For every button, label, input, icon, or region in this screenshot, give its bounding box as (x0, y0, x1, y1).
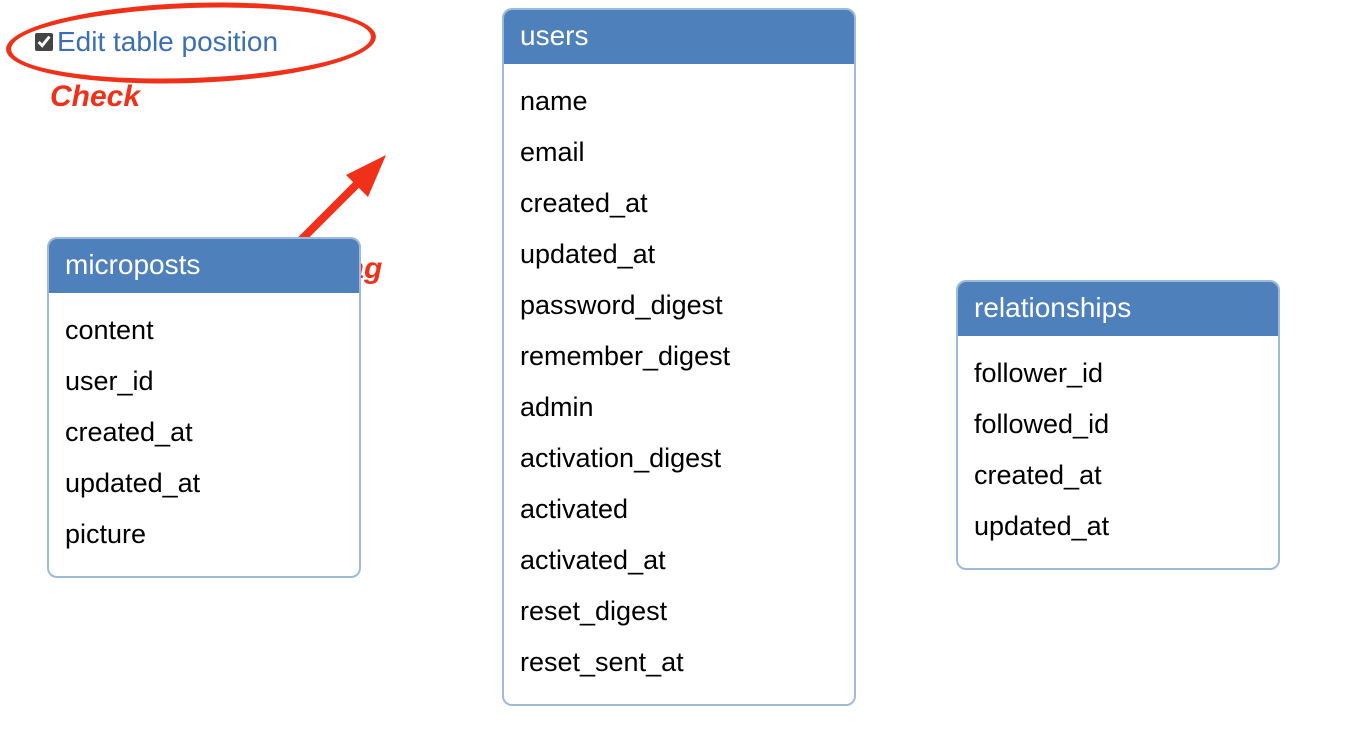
column-name: email (520, 127, 838, 178)
table-header-users[interactable]: users (504, 10, 854, 64)
table-header-relationships[interactable]: relationships (958, 282, 1278, 336)
column-name: user_id (65, 356, 343, 407)
column-name: followed_id (974, 399, 1262, 450)
table-body-relationships: follower_id followed_id created_at updat… (958, 336, 1278, 568)
table-microposts[interactable]: microposts content user_id created_at up… (47, 237, 361, 578)
column-name: created_at (520, 178, 838, 229)
column-name: updated_at (974, 501, 1262, 552)
column-name: created_at (974, 450, 1262, 501)
column-name: password_digest (520, 280, 838, 331)
column-name: created_at (65, 407, 343, 458)
column-name: name (520, 76, 838, 127)
edit-table-position-label[interactable]: Edit table position (57, 26, 278, 58)
column-name: reset_sent_at (520, 637, 838, 688)
column-name: activation_digest (520, 433, 838, 484)
column-name: updated_at (65, 458, 343, 509)
edit-table-position-checkbox[interactable] (35, 33, 53, 51)
column-name: picture (65, 509, 343, 560)
column-name: activated (520, 484, 838, 535)
column-name: follower_id (974, 348, 1262, 399)
column-name: remember_digest (520, 331, 838, 382)
column-name: activated_at (520, 535, 838, 586)
column-name: reset_digest (520, 586, 838, 637)
table-users[interactable]: users name email created_at updated_at p… (502, 8, 856, 706)
annotation-check-label: Check (50, 80, 140, 114)
table-body-microposts: content user_id created_at updated_at pi… (49, 293, 359, 576)
column-name: admin (520, 382, 838, 433)
column-name: content (65, 305, 343, 356)
table-relationships[interactable]: relationships follower_id followed_id cr… (956, 280, 1280, 570)
table-header-microposts[interactable]: microposts (49, 239, 359, 293)
table-body-users: name email created_at updated_at passwor… (504, 64, 854, 704)
edit-table-position-toggle[interactable]: Edit table position (35, 26, 278, 58)
column-name: updated_at (520, 229, 838, 280)
